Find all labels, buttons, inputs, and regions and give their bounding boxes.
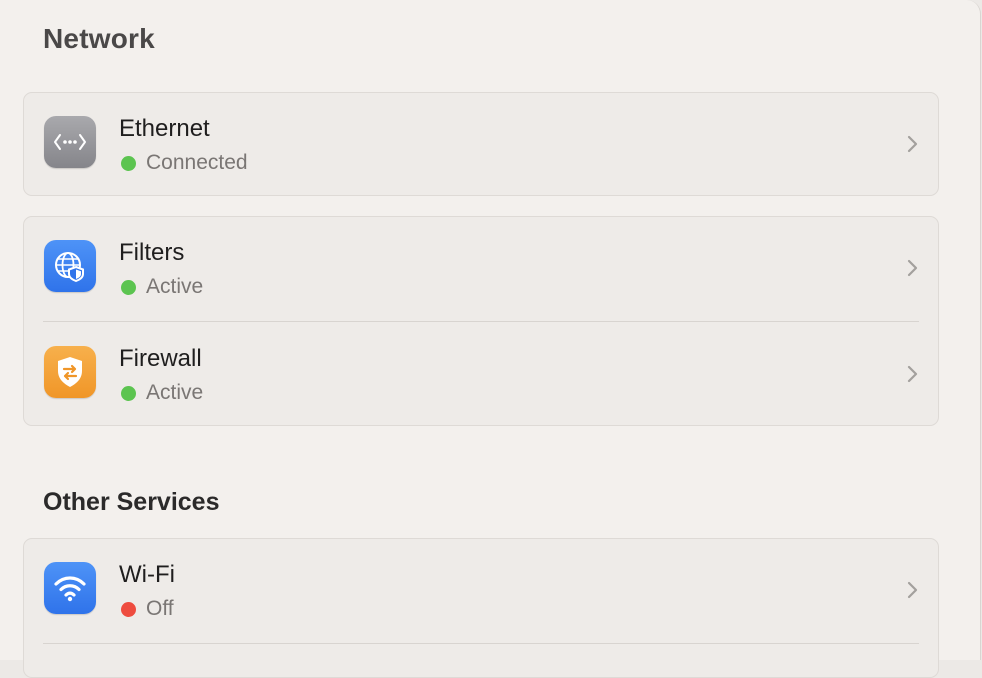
firewall-shield-icon — [44, 346, 96, 398]
chevron-right-icon — [907, 259, 918, 277]
wifi-status-text: Off — [146, 597, 174, 620]
status-dot-icon — [121, 601, 136, 617]
filters-label: Filters — [119, 239, 185, 266]
row-divider — [43, 643, 919, 644]
ethernet-label: Ethernet — [119, 115, 210, 142]
firewall-label: Firewall — [119, 345, 202, 372]
network-settings-pane: Network Ethernet Connected Filters Activ… — [0, 0, 981, 678]
wifi-status: Off — [121, 597, 174, 621]
firewall-row[interactable]: Firewall Active — [24, 323, 938, 427]
security-group: Filters Active Firewall Active — [23, 216, 939, 426]
chevron-right-icon — [907, 365, 918, 383]
ethernet-row[interactable]: Ethernet Connected — [24, 93, 938, 197]
firewall-status-text: Active — [146, 381, 204, 404]
ethernet-icon — [44, 116, 96, 168]
status-dot-icon — [121, 155, 136, 171]
filters-status-text: Active — [146, 275, 204, 298]
ethernet-status-text: Connected — [146, 151, 248, 174]
row-divider — [43, 321, 919, 322]
firewall-status: Active — [121, 381, 203, 405]
wifi-row[interactable]: Wi-Fi Off — [24, 539, 938, 643]
filters-status: Active — [121, 275, 203, 299]
page-title: Network — [43, 23, 155, 54]
other-services-group: Wi-Fi Off — [23, 538, 939, 678]
wifi-icon — [44, 562, 96, 614]
status-dot-icon — [121, 279, 136, 295]
section-title-other-services: Other Services — [43, 488, 220, 516]
status-dot-icon — [121, 385, 136, 401]
chevron-right-icon — [907, 135, 918, 153]
filters-row[interactable]: Filters Active — [24, 217, 938, 321]
ethernet-group: Ethernet Connected — [23, 92, 939, 196]
globe-shield-icon — [44, 240, 96, 292]
chevron-right-icon — [907, 581, 918, 599]
wifi-label: Wi-Fi — [119, 561, 175, 588]
ethernet-status: Connected — [121, 151, 248, 175]
